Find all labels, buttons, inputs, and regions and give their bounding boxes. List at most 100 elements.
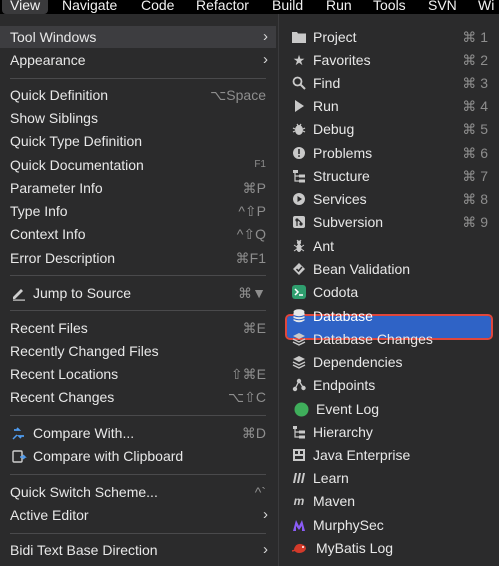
submenu-item-codota[interactable]: Codota — [279, 281, 499, 303]
star-icon: ★ — [292, 52, 306, 68]
shortcut: ⌘ 6 — [462, 145, 488, 161]
chevron-right-icon: › — [263, 51, 268, 68]
submenu-item-database-changes[interactable]: Database Changes — [279, 328, 499, 350]
menu-item-recently-changed-files[interactable]: Recently Changed Files — [0, 340, 276, 362]
structure-icon — [291, 165, 307, 187]
submenu-item-problems[interactable]: Problems ⌘ 6 — [279, 142, 499, 164]
shortcut: ⌘ 1 — [462, 29, 488, 45]
submenu-item-database[interactable]: Database — [279, 305, 499, 327]
tool-windows-submenu: Project ⌘ 1 ★ Favorites ⌘ 2 Find ⌘ 3 Run… — [278, 14, 499, 566]
menu-item-recent-files[interactable]: Recent Files ⌘E — [0, 317, 276, 339]
submenu-item-event-log[interactable]: Event Log — [279, 398, 499, 420]
menu-item-compare-with[interactable]: Compare With... ⌘D — [0, 422, 276, 444]
menu-item-quick-definition[interactable]: Quick Definition ⌥Space — [0, 84, 276, 106]
menu-item-jump-to-source[interactable]: Jump to Source ⌘▼ — [0, 282, 276, 304]
clipboard-compare-icon — [10, 445, 28, 467]
menu-run[interactable]: Run — [326, 0, 352, 14]
search-icon — [291, 72, 307, 94]
menu-tools[interactable]: Tools — [373, 0, 406, 14]
submenu-item-label: MurphySec — [313, 517, 384, 533]
menu-code[interactable]: Code — [141, 0, 174, 14]
problems-icon — [291, 142, 307, 164]
menu-item-parameter-info[interactable]: Parameter Info ⌘P — [0, 177, 276, 199]
menu-item-quick-switch-scheme[interactable]: Quick Switch Scheme... ^` — [0, 481, 276, 503]
menu-item-compare-with-clipboard[interactable]: Compare with Clipboard — [0, 445, 276, 467]
menu-svn[interactable]: SVN — [428, 0, 457, 14]
menu-item-bidi-text-base-direction[interactable]: Bidi Text Base Direction › — [0, 539, 276, 561]
separator — [10, 415, 266, 416]
menu-item-appearance[interactable]: Appearance › — [0, 49, 276, 71]
submenu-item-label: Learn — [313, 470, 349, 486]
menu-item-label: Compare with Clipboard — [33, 448, 184, 464]
submenu-item-maven[interactable]: m Maven — [279, 490, 499, 512]
menu-navigate[interactable]: Navigate — [62, 0, 117, 14]
menu-item-recent-changes[interactable]: Recent Changes ⌥⇧C — [0, 386, 276, 408]
submenu-item-services[interactable]: Services ⌘ 8 — [279, 188, 499, 210]
menubar: View Navigate Code Refactor Build Run To… — [0, 0, 499, 14]
menu-item-recent-locations[interactable]: Recent Locations ⇧⌘E — [0, 363, 276, 385]
shortcut: ⌘▼ — [238, 285, 266, 301]
maven-icon: m — [293, 494, 305, 508]
menu-item-label: Type Info — [10, 203, 68, 219]
menu-view[interactable]: View — [2, 0, 49, 14]
menu-item-label: Show Siblings — [10, 110, 98, 126]
shortcut: ^` — [254, 484, 266, 500]
submenu-item-learn[interactable]: Learn — [279, 467, 499, 489]
menu-window[interactable]: Wi — [478, 0, 494, 14]
chevron-right-icon: › — [263, 28, 268, 45]
menu-item-context-info[interactable]: Context Info ^⇧Q — [0, 223, 276, 245]
submenu-item-label: Structure — [313, 168, 370, 184]
separator — [10, 275, 266, 276]
submenu-item-label: MyBatis Log — [316, 540, 394, 556]
shortcut: ⌘ 9 — [462, 214, 488, 230]
menu-item-tool-windows[interactable]: Tool Windows › — [0, 26, 276, 48]
submenu-item-favorites[interactable]: ★ Favorites ⌘ 2 — [279, 49, 499, 71]
shortcut: ⇧⌘E — [230, 366, 266, 382]
submenu-item-debug[interactable]: Debug ⌘ 5 — [279, 118, 499, 140]
submenu-item-bean-validation[interactable]: Bean Validation — [279, 258, 499, 280]
submenu-item-label: Problems — [313, 145, 373, 161]
submenu-item-endpoints[interactable]: Endpoints — [279, 374, 499, 396]
submenu-item-mybatis-log[interactable]: MyBatis Log — [279, 537, 499, 559]
submenu-item-label: Ant — [313, 238, 335, 254]
menu-item-label: Bidi Text Base Direction — [10, 542, 158, 558]
submenu-item-label: Dependencies — [313, 354, 403, 370]
shortcut: ⌘ 7 — [462, 168, 488, 184]
submenu-item-ant[interactable]: Ant — [279, 235, 499, 257]
learn-icon — [291, 467, 307, 489]
menu-item-label: Recent Locations — [10, 366, 119, 382]
menu-item-show-siblings[interactable]: Show Siblings — [0, 107, 276, 129]
murphysec-icon — [291, 514, 307, 536]
submenu-item-label: Services — [313, 191, 367, 207]
bug-icon — [291, 118, 307, 140]
submenu-item-dependencies[interactable]: Dependencies — [279, 351, 499, 373]
database-icon — [291, 305, 307, 327]
codota-icon — [291, 281, 307, 303]
submenu-item-find[interactable]: Find ⌘ 3 — [279, 72, 499, 94]
menu-refactor[interactable]: Refactor — [196, 0, 249, 14]
menu-item-quick-documentation[interactable]: Quick Documentation F1 — [0, 154, 276, 176]
menu-item-quick-type-definition[interactable]: Quick Type Definition — [0, 130, 276, 152]
menu-item-error-description[interactable]: Error Description ⌘F1 — [0, 247, 276, 269]
menu-item-type-info[interactable]: Type Info ^⇧P — [0, 200, 276, 222]
submenu-item-hierarchy[interactable]: Hierarchy — [279, 421, 499, 443]
submenu-item-run[interactable]: Run ⌘ 4 — [279, 95, 499, 117]
submenu-item-subversion[interactable]: Subversion ⌘ 9 — [279, 211, 499, 233]
submenu-item-label: Run — [313, 98, 339, 114]
menu-build[interactable]: Build — [272, 0, 303, 14]
submenu-item-label: Event Log — [316, 401, 380, 417]
submenu-item-project[interactable]: Project ⌘ 1 — [279, 26, 499, 48]
submenu-item-label: Database — [313, 308, 373, 324]
submenu-item-java-enterprise[interactable]: Java Enterprise — [279, 444, 499, 466]
menu-item-label: Appearance — [10, 52, 86, 68]
separator — [10, 310, 266, 311]
menu-item-active-editor[interactable]: Active Editor › — [0, 504, 276, 526]
shortcut: ⌘F1 — [235, 250, 266, 266]
menu-item-label: Compare With... — [33, 425, 135, 441]
shortcut: ⌘ 3 — [462, 75, 488, 91]
submenu-item-structure[interactable]: Structure ⌘ 7 — [279, 165, 499, 187]
submenu-item-murphysec[interactable]: MurphySec — [279, 514, 499, 536]
menu-item-label: Quick Definition — [10, 87, 109, 103]
shortcut: F1 — [254, 159, 266, 170]
shortcut: ⌥⇧C — [228, 389, 266, 405]
